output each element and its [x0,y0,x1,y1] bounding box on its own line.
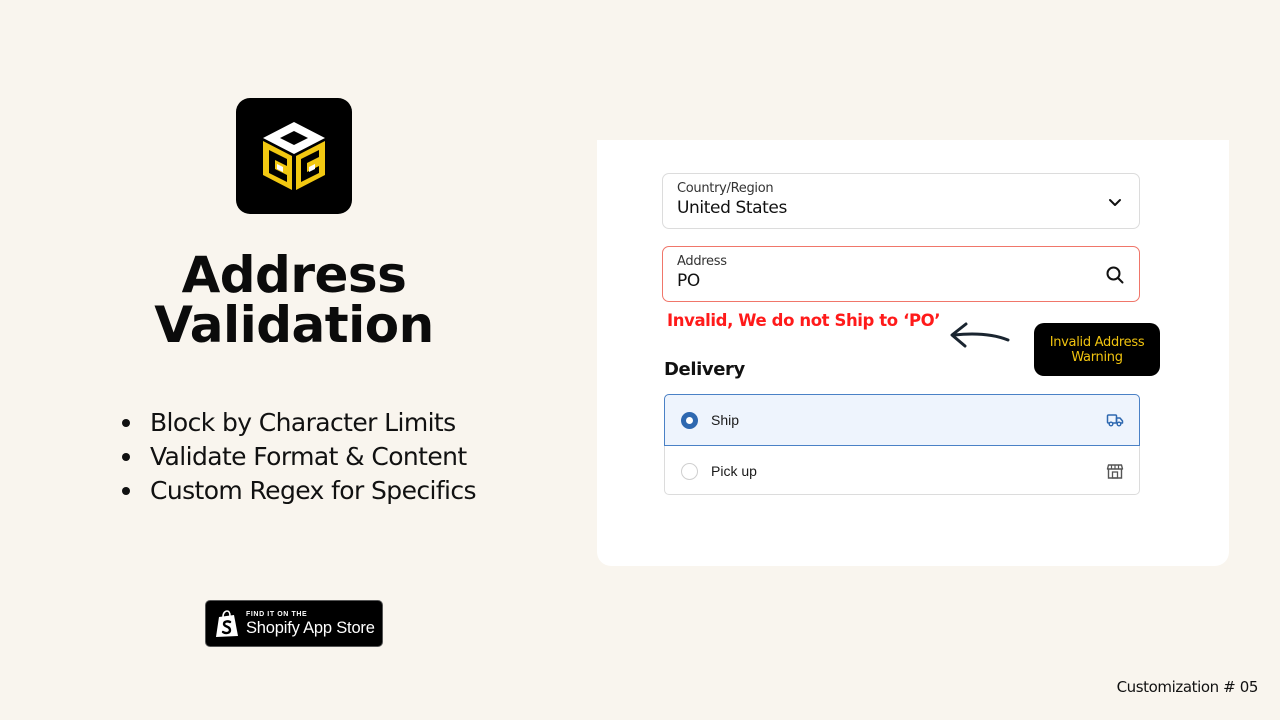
delivery-option-ship[interactable]: Ship [664,394,1140,446]
feature-text: Block by Character Limits [150,408,456,437]
feature-item: Custom Regex for Specifics [118,474,477,508]
search-icon[interactable] [1105,265,1125,285]
shopify-app-store-badge[interactable]: FIND IT ON THE Shopify App Store [205,600,383,647]
page-title: Address Validation [90,250,498,350]
address-input[interactable]: Address PO [662,246,1140,302]
country-value: United States [677,198,787,218]
address-label: Address [677,254,727,269]
option-label: Ship [711,412,740,428]
feature-text: Custom Regex for Specifics [150,476,477,505]
address-error-message: Invalid, We do not Ship to ‘PO’ [667,311,941,330]
radio-ship[interactable] [681,411,698,429]
delivery-options: Ship Pick up [664,394,1140,495]
bullet-icon [122,453,130,461]
delivery-heading: Delivery [664,359,745,380]
feature-list: Block by Character Limits Validate Forma… [118,406,477,508]
invalid-address-callout: Invalid Address Warning [1034,323,1160,376]
customization-label: Customization # 05 [1116,678,1259,696]
radio-pickup[interactable] [681,462,698,480]
badge-small-text: FIND IT ON THE [246,610,308,618]
cube-logo-icon [263,122,325,190]
feature-item: Validate Format & Content [118,440,476,474]
address-value: PO [677,271,700,291]
app-logo [236,98,352,214]
bullet-icon [122,419,130,427]
truck-icon [1106,414,1124,427]
feature-item: Block by Character Limits [118,406,476,440]
title-line-1: Address [181,246,407,304]
country-label: Country/Region [677,181,774,196]
bullet-icon [122,487,130,495]
chevron-down-icon[interactable] [1105,192,1125,212]
title-line-2: Validation [154,296,434,354]
store-icon [1106,464,1124,479]
feature-text: Validate Format & Content [150,442,467,471]
option-label: Pick up [711,463,757,479]
delivery-option-pickup[interactable]: Pick up [665,446,1139,496]
country-select[interactable]: Country/Region United States [662,173,1140,229]
shopify-bag-icon [216,609,238,637]
arrow-left-icon [950,322,1010,348]
badge-big-text: Shopify App Store [246,618,375,637]
